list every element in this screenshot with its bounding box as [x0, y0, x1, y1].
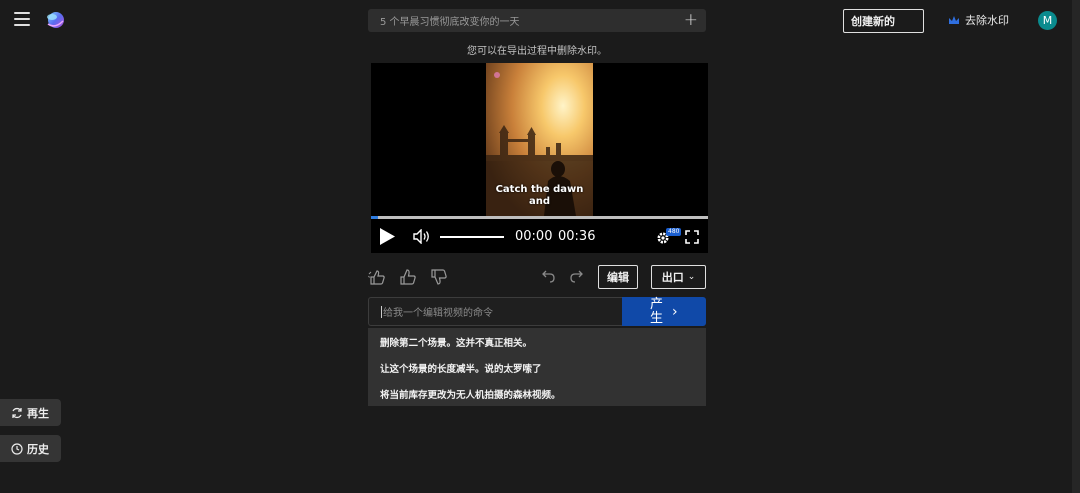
- caption-line-1: Catch the dawn: [495, 184, 584, 195]
- caption-line-2: and: [528, 196, 551, 207]
- generate-button[interactable]: 产生 ›: [622, 297, 706, 326]
- plus-icon[interactable]: +: [684, 12, 698, 29]
- create-new-button[interactable]: 创建新的: [843, 9, 924, 33]
- remove-watermark-label: 去除水印: [965, 14, 1009, 27]
- regenerate-label: 再生: [27, 406, 49, 420]
- suggestion-item[interactable]: 将当前库存更改为无人机拍摄的森林视频。: [380, 387, 561, 401]
- command-placeholder: 给我一个编辑视频的命令: [383, 308, 493, 319]
- export-label: 出口: [661, 271, 684, 284]
- command-input[interactable]: 给我一个编辑视频的命令: [368, 297, 623, 326]
- clock-icon: [11, 442, 23, 455]
- avatar[interactable]: M: [1038, 11, 1057, 30]
- chevron-down-icon: ⌄: [687, 272, 696, 282]
- text-cursor: [381, 305, 382, 318]
- duration: 00:36: [558, 229, 596, 244]
- love-it-icon[interactable]: [368, 268, 386, 286]
- suggestion-item[interactable]: 删除第二个场景。这并不真正相关。: [380, 335, 532, 349]
- quality-badge: 480: [666, 228, 682, 236]
- remove-watermark-button[interactable]: 去除水印: [948, 12, 1009, 28]
- volume-slider[interactable]: [440, 236, 504, 238]
- regenerate-button[interactable]: 再生: [0, 399, 61, 426]
- thumbs-down-icon[interactable]: [430, 268, 448, 286]
- hamburger-menu-icon[interactable]: [14, 12, 30, 26]
- crown-icon: [949, 16, 959, 24]
- history-button[interactable]: 历史: [0, 435, 61, 462]
- undo-icon[interactable]: [542, 270, 556, 283]
- thumbs-up-icon[interactable]: [399, 268, 417, 286]
- video-controls: 00:00 00:36 480: [371, 219, 708, 253]
- volume-icon[interactable]: [413, 229, 432, 244]
- watermark-notice: 您可以在导出过程中删除水印。: [467, 46, 607, 57]
- scrollbar[interactable]: [1072, 0, 1080, 493]
- video-player[interactable]: Catch the dawn and 00:00 00:36 480: [371, 63, 708, 253]
- play-icon[interactable]: [379, 228, 395, 245]
- app-logo[interactable]: [44, 9, 66, 31]
- video-caption: Catch the dawn and: [486, 184, 593, 208]
- refresh-icon: [12, 407, 22, 418]
- project-prompt-bar[interactable]: 5 个早晨习惯彻底改变你的一天 +: [368, 9, 706, 32]
- chevron-right-icon: ›: [672, 303, 678, 320]
- history-label: 历史: [27, 442, 49, 456]
- generate-label: 产生: [650, 296, 664, 326]
- export-button[interactable]: 出口 ⌄: [651, 265, 706, 289]
- page: 5 个早晨习惯彻底改变你的一天 + 创建新的 去除水印 M 您可以在导出过程中删…: [0, 0, 1080, 493]
- suggestion-list: 删除第二个场景。这并不真正相关。 让这个场景的长度减半。说的太罗嗦了 将当前库存…: [368, 328, 706, 406]
- edit-button[interactable]: 编辑: [598, 265, 638, 289]
- suggestion-item[interactable]: 让这个场景的长度减半。说的太罗嗦了: [380, 361, 542, 375]
- video-frame: Catch the dawn and: [486, 63, 593, 216]
- redo-icon[interactable]: [569, 270, 583, 283]
- edit-label: 编辑: [607, 271, 629, 284]
- fullscreen-icon[interactable]: [685, 230, 699, 244]
- project-prompt-text: 5 个早晨习惯彻底改变你的一天: [380, 17, 520, 28]
- current-time: 00:00: [515, 229, 553, 244]
